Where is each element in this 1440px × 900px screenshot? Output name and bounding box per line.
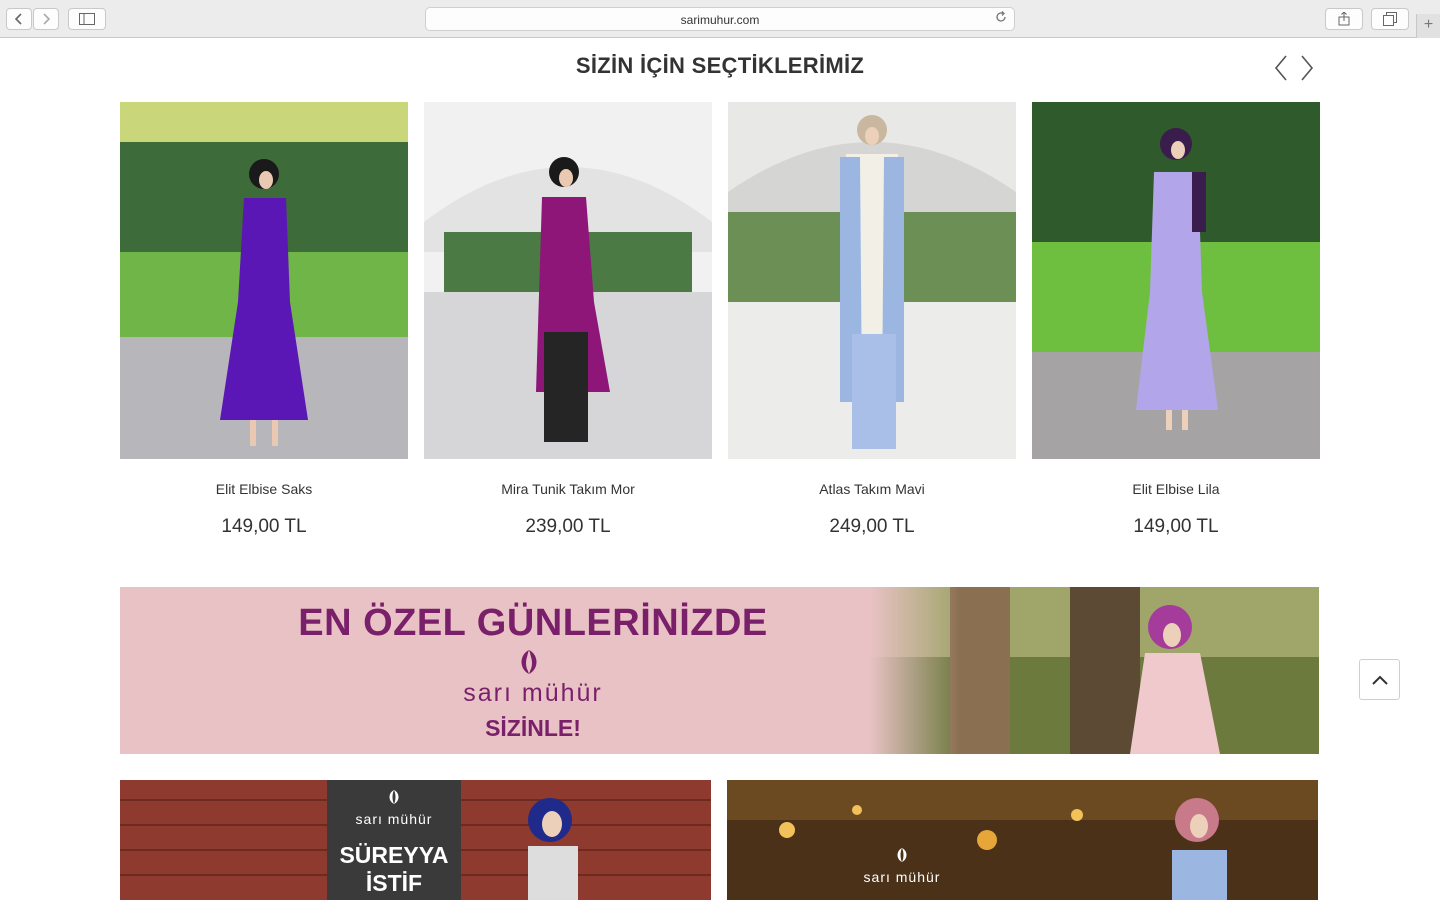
address-bar[interactable]: sarimuhur.com bbox=[425, 7, 1015, 31]
brand-logo-icon bbox=[514, 647, 544, 677]
bottom-banner-title-line1: SÜREYYA bbox=[339, 842, 449, 868]
section-title: SİZİN İÇİN SEÇTİKLERİMİZ bbox=[575, 53, 865, 78]
brand-logo-icon bbox=[847, 846, 957, 869]
chevron-up-icon bbox=[1371, 675, 1388, 685]
banner-headline: EN ÖZEL GÜNLERİNİZDE bbox=[298, 602, 768, 644]
product-price: 149,00 TL bbox=[1133, 516, 1219, 537]
banner-tagline: SİZİNLE! bbox=[485, 715, 581, 741]
back-button[interactable] bbox=[6, 8, 32, 30]
bottom-banner-title-line2: İSTİF bbox=[365, 870, 423, 896]
bottom-banner-brand: sarı mühür bbox=[355, 811, 433, 827]
product-card[interactable]: Atlas Takım Mavi 249,00 TL bbox=[728, 102, 1016, 538]
share-icon bbox=[1338, 12, 1350, 26]
carousel-prev-button[interactable] bbox=[1269, 54, 1293, 82]
product-price: 149,00 TL bbox=[221, 516, 307, 537]
carousel-next-button[interactable] bbox=[1295, 54, 1319, 82]
brand-logo-icon bbox=[327, 788, 461, 811]
browser-toolbar: sarimuhur.com + bbox=[0, 0, 1440, 38]
product-name[interactable]: Mira Tunik Takım Mor bbox=[424, 481, 712, 497]
tabs-icon bbox=[1383, 12, 1397, 26]
product-price: 249,00 TL bbox=[829, 516, 915, 537]
banner-photo bbox=[870, 587, 1319, 754]
chevron-right-icon bbox=[43, 13, 51, 25]
product-image[interactable] bbox=[120, 102, 408, 459]
product-card[interactable]: Elit Elbise Saks 149,00 TL bbox=[120, 102, 408, 538]
sidebar-icon bbox=[79, 13, 95, 25]
product-name[interactable]: Atlas Takım Mavi bbox=[728, 481, 1016, 497]
new-tab-button[interactable]: + bbox=[1416, 14, 1440, 38]
bottom-banner-brand: sarı mühür bbox=[863, 869, 941, 885]
chevron-left-icon bbox=[1274, 55, 1287, 81]
tabs-button[interactable] bbox=[1371, 8, 1409, 30]
url-text: sarimuhur.com bbox=[680, 13, 760, 27]
product-image[interactable] bbox=[424, 102, 712, 459]
product-name[interactable]: Elit Elbise Saks bbox=[120, 481, 408, 497]
reload-icon[interactable] bbox=[995, 11, 1007, 26]
share-button[interactable] bbox=[1325, 8, 1363, 30]
product-card[interactable]: Mira Tunik Takım Mor 239,00 TL bbox=[424, 102, 712, 538]
product-image[interactable] bbox=[728, 102, 1016, 459]
product-name[interactable]: Elit Elbise Lila bbox=[1032, 481, 1320, 497]
product-image[interactable] bbox=[1032, 102, 1320, 459]
product-card[interactable]: Elit Elbise Lila 149,00 TL bbox=[1032, 102, 1320, 538]
product-price: 239,00 TL bbox=[525, 516, 611, 537]
chevron-right-icon bbox=[1301, 55, 1314, 81]
bottom-banner-second[interactable]: sarı mühür bbox=[727, 780, 1318, 900]
banner-brand: sarı mühür bbox=[463, 679, 603, 707]
sidebar-button[interactable] bbox=[68, 8, 106, 30]
chevron-left-icon bbox=[14, 13, 22, 25]
scroll-to-top-button[interactable] bbox=[1359, 659, 1400, 700]
promo-banner[interactable]: EN ÖZEL GÜNLERİNİZDE sarı mühür SİZİNLE! bbox=[120, 587, 1319, 754]
forward-button[interactable] bbox=[33, 8, 59, 30]
bottom-banner-sureyya[interactable]: sarı mühür SÜREYYA İSTİF bbox=[120, 780, 711, 900]
